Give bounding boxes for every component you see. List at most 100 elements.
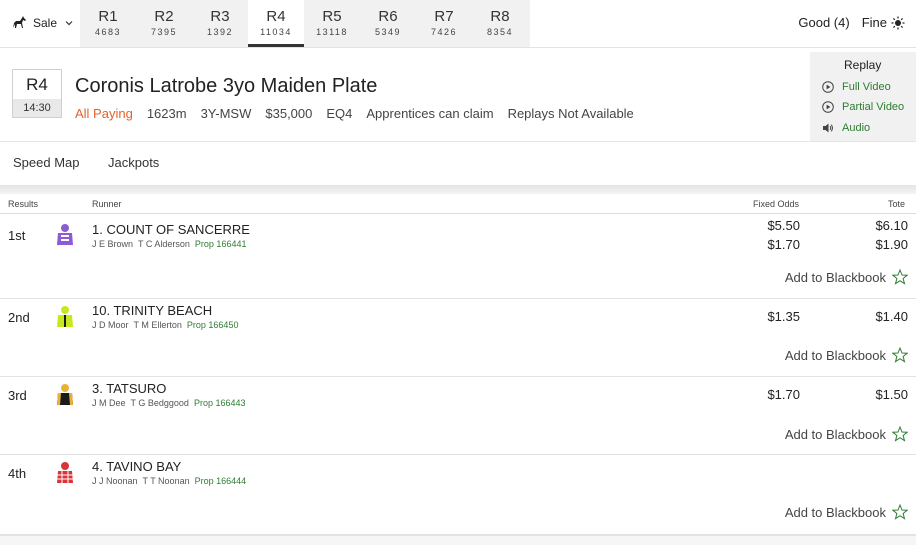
trainer-name: T C Alderson [138, 239, 190, 249]
trainer-name: T G Bedggood [130, 398, 189, 408]
results-table-header: Results Runner Fixed Odds Tote [0, 196, 916, 214]
replay-panel: Replay Full Video Partial Video Audio [810, 52, 916, 141]
play-icon [822, 101, 834, 113]
trainer-name: T T Noonan [142, 476, 190, 486]
runner-name[interactable]: 4. TAVINO BAY [92, 459, 181, 474]
race-tab-number: 1392 [206, 27, 234, 37]
jockey-name: J J Noonan [92, 476, 138, 486]
result-row: 2nd 10. TRINITY BEACH J D Moor T M Eller… [0, 299, 916, 377]
race-tab-label: R8 [490, 8, 510, 25]
star-icon [892, 426, 908, 442]
add-to-blackbook-button[interactable]: Add to Blackbook [785, 504, 908, 520]
tote-win[interactable]: $1.40 [848, 309, 908, 324]
star-icon [892, 269, 908, 285]
jockey-silks-icon [57, 384, 73, 405]
race-tab-number: 7395 [150, 27, 178, 37]
finish-position: 2nd [8, 310, 30, 325]
race-eq: EQ4 [326, 106, 353, 121]
track-rating: Good (4) [798, 15, 850, 30]
partial-video-label: Partial Video [842, 101, 905, 113]
runner-connections: J J Noonan T T Noonan Prop 166444 [92, 476, 246, 486]
finish-position: 1st [8, 228, 26, 243]
race-tab-r4[interactable]: R4 11034 [248, 0, 304, 47]
race-subtabs: Speed Map Jackpots [0, 142, 916, 186]
race-tab-r8[interactable]: R8 8354 [472, 0, 528, 47]
audio-link[interactable]: Audio [822, 122, 870, 134]
star-icon [892, 347, 908, 363]
header-fixed-odds: Fixed Odds [753, 199, 800, 209]
race-tab-r6[interactable]: R6 5349 [360, 0, 416, 47]
result-row: 4th 4. TAVINO BAY J J Noonan T T Noonan … [0, 455, 916, 535]
race-badge: R4 14:30 [12, 69, 62, 118]
race-class: 3Y-MSW [200, 106, 252, 121]
footer-band [0, 535, 916, 545]
prop-number: Prop 166444 [194, 476, 247, 486]
race-tab-r2[interactable]: R2 7395 [136, 0, 192, 47]
tab-speed-map[interactable]: Speed Map [13, 155, 80, 170]
venue-selector[interactable]: Sale [11, 15, 73, 31]
section-divider [0, 185, 916, 194]
speaker-icon [823, 123, 833, 133]
race-tab-r1[interactable]: R1 4683 [80, 0, 136, 47]
blackbook-label: Add to Blackbook [784, 269, 886, 285]
venue-label: Sale [33, 16, 58, 30]
full-video-link[interactable]: Full Video [822, 81, 891, 93]
runner-connections: J M Dee T G Bedggood Prop 166443 [92, 398, 245, 408]
jockey-silks-icon [57, 224, 73, 245]
star-icon [892, 504, 908, 520]
tote-win[interactable]: $1.50 [848, 387, 908, 402]
chevron-down-icon [65, 21, 73, 26]
fixed-odds-win[interactable]: $5.50 [740, 218, 800, 233]
tab-jackpots[interactable]: Jackpots [108, 155, 159, 170]
prop-number: Prop 166450 [186, 320, 239, 330]
race-meta: All Paying 1623m 3Y-MSW $35,000 EQ4 Appr… [75, 106, 648, 121]
fixed-odds-place[interactable]: $1.70 [740, 237, 800, 252]
prop-number: Prop 166441 [194, 239, 247, 249]
header-runner: Runner [92, 199, 122, 209]
top-bar: Sale R1 4683 R2 7395 R3 1392 R4 11034 R5 1311… [0, 0, 916, 48]
add-to-blackbook-button[interactable]: Add to Blackbook [785, 347, 908, 363]
runner-name[interactable]: 3. TATSURO [92, 381, 166, 396]
jockey-name: J D Moor [92, 320, 129, 330]
prop-number: Prop 166443 [193, 398, 246, 408]
race-start-time: 14:30 [13, 99, 61, 117]
jockey-silks-icon [57, 306, 73, 327]
runner-connections: J D Moor T M Ellerton Prop 166450 [92, 320, 238, 330]
partial-video-link[interactable]: Partial Video [822, 101, 904, 113]
tote-place[interactable]: $1.90 [848, 237, 908, 252]
result-row: 3rd 3. TATSURO J M Dee T G Bedggood Prop… [0, 377, 916, 455]
race-tab-label: R5 [322, 8, 342, 25]
finish-position: 4th [8, 466, 27, 481]
tote-win[interactable]: $6.10 [848, 218, 908, 233]
runner-name[interactable]: 10. TRINITY BEACH [92, 303, 212, 318]
race-tab-r3[interactable]: R3 1392 [192, 0, 248, 47]
header-tote: Tote [888, 199, 906, 209]
race-title: Coronis Latrobe 3yo Maiden Plate [75, 75, 378, 97]
header-results: Results [8, 199, 39, 209]
race-tab-label: R6 [378, 8, 398, 25]
full-video-label: Full Video [842, 81, 891, 93]
race-distance: 1623m [146, 106, 187, 121]
race-tab-label: R3 [210, 8, 230, 25]
audio-label: Audio [842, 122, 871, 134]
race-apprentices: Apprentices can claim [366, 106, 494, 121]
sun-icon [891, 16, 905, 29]
race-tab-r5[interactable]: R5 13118 [304, 0, 360, 47]
race-badge-number: R4 [26, 75, 48, 94]
race-tab-number: 7426 [430, 27, 458, 37]
race-tab-label: R4 [266, 8, 286, 25]
race-tab-label: R2 [154, 8, 174, 25]
add-to-blackbook-button[interactable]: Add to Blackbook [785, 426, 908, 442]
race-replays-note: Replays Not Available [507, 106, 634, 121]
play-icon [822, 81, 834, 93]
race-tab-r7[interactable]: R7 7426 [416, 0, 472, 47]
runner-name[interactable]: 1. COUNT OF SANCERRE [92, 222, 250, 237]
race-tabs: R1 4683 R2 7395 R3 1392 R4 11034 R5 13118 R6 5… [80, 0, 530, 47]
fixed-odds-win[interactable]: $1.35 [740, 309, 800, 324]
fixed-odds-win[interactable]: $1.70 [740, 387, 800, 402]
add-to-blackbook-button[interactable]: Add to Blackbook [785, 269, 908, 285]
race-tab-number: 5349 [374, 27, 402, 37]
race-prize: $35,000 [265, 106, 313, 121]
replay-title: Replay [844, 58, 882, 72]
finish-position: 3rd [8, 388, 27, 403]
